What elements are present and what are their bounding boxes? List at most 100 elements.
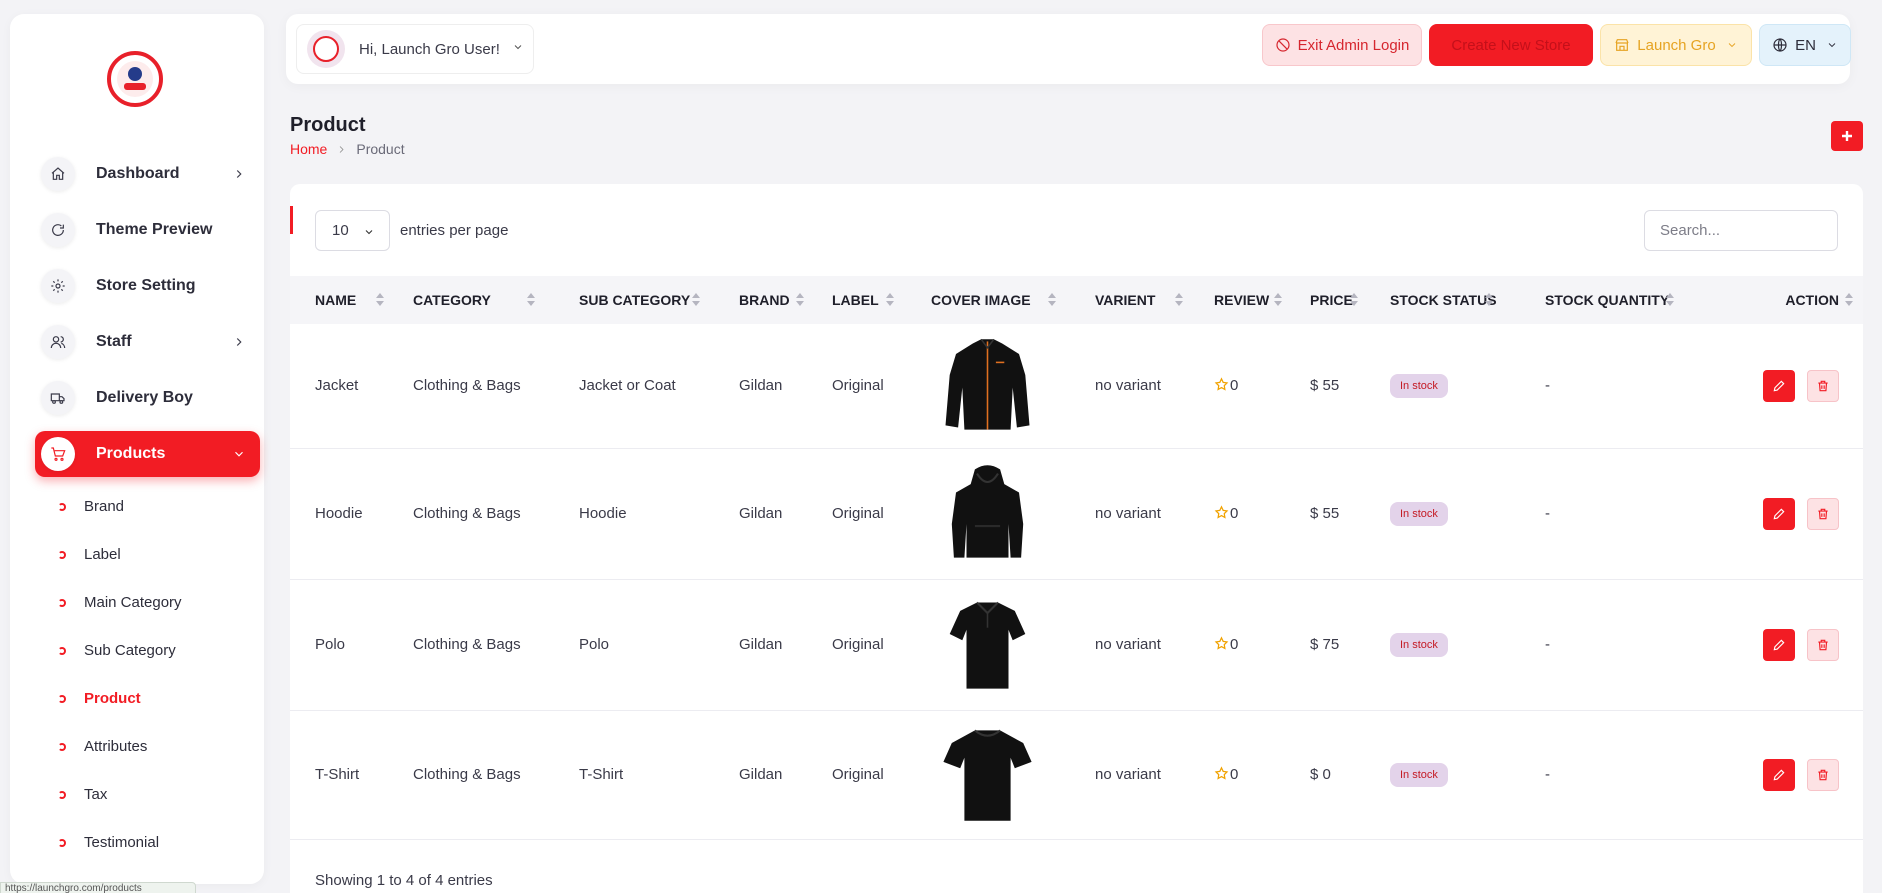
entries-per-page-select[interactable]: 10 xyxy=(315,210,390,251)
store-switcher[interactable]: Launch Gro xyxy=(1600,24,1752,66)
edit-button[interactable] xyxy=(1763,628,1795,661)
edit-button[interactable] xyxy=(1763,497,1795,530)
cell-name: Polo xyxy=(290,579,388,711)
sidebar-item-dashboard[interactable]: Dashboard xyxy=(35,151,260,197)
refresh-icon xyxy=(41,213,75,247)
sidebar-subitem-label-page[interactable]: Label xyxy=(58,546,121,563)
plus-icon xyxy=(1842,131,1852,141)
column-header-label[interactable]: LABEL xyxy=(807,276,906,324)
sidebar-subitem-label: Attributes xyxy=(84,738,148,755)
sidebar-subitem-sub-category[interactable]: Sub Category xyxy=(58,642,176,659)
sidebar-subitem-attributes[interactable]: Attributes xyxy=(58,738,147,755)
delete-button[interactable] xyxy=(1807,758,1839,791)
sidebar-subitem-testimonial[interactable]: Testimonial xyxy=(58,834,159,851)
column-header-action[interactable]: ACTION xyxy=(1730,276,1863,324)
column-header-variant[interactable]: VARIENT xyxy=(1070,276,1189,324)
column-header-stock-status[interactable]: STOCK STATUS xyxy=(1365,276,1520,324)
edit-button[interactable] xyxy=(1763,369,1795,402)
cell-category: Clothing & Bags xyxy=(388,324,554,449)
sidebar-subitem-label: Product xyxy=(84,690,141,707)
delete-button[interactable] xyxy=(1807,628,1839,661)
sidebar-subitem-tax[interactable]: Tax xyxy=(58,786,107,803)
sidebar-subitem-product[interactable]: Product xyxy=(58,690,141,707)
sidebar-item-staff[interactable]: Staff xyxy=(35,319,260,365)
cell-sub-category: Polo xyxy=(554,579,714,711)
column-header-review[interactable]: REVIEW xyxy=(1189,276,1285,324)
user-menu[interactable]: Hi, Launch Gro User! xyxy=(296,24,534,74)
sort-icon[interactable] xyxy=(1666,293,1674,307)
breadcrumb-home-link[interactable]: Home xyxy=(290,141,327,157)
language-switcher[interactable]: EN xyxy=(1759,24,1851,66)
chevron-down-icon xyxy=(1728,43,1736,48)
table-info: Showing 1 to 4 of 4 entries xyxy=(315,872,493,889)
store-icon xyxy=(1615,39,1629,51)
column-header-name[interactable]: NAME xyxy=(290,276,388,324)
create-new-store-button[interactable]: Create New Store xyxy=(1429,24,1593,66)
chevron-right-icon xyxy=(232,167,246,181)
sort-icon[interactable] xyxy=(1048,293,1056,307)
sidebar-subitem-label: Brand xyxy=(84,498,125,515)
cell-cover-image xyxy=(906,579,1070,711)
table-row: T-Shirt Clothing & Bags T-Shirt Gildan O… xyxy=(290,710,1863,840)
polo-image xyxy=(949,601,1026,689)
star-icon xyxy=(1214,505,1229,520)
language-label: EN xyxy=(1795,36,1816,54)
entries-per-page-value: 10 xyxy=(332,222,349,239)
cell-action xyxy=(1730,579,1863,711)
trash-icon xyxy=(1818,769,1828,780)
cell-stock-status: In stock xyxy=(1365,579,1520,711)
cell-name: T-Shirt xyxy=(290,710,388,840)
sort-icon[interactable] xyxy=(527,293,535,307)
sidebar-item-delivery-boy[interactable]: Delivery Boy xyxy=(35,375,260,421)
cell-cover-image xyxy=(906,448,1070,580)
entries-per-page-label: entries per page xyxy=(400,222,509,239)
exit-admin-login-button[interactable]: Exit Admin Login xyxy=(1262,24,1422,66)
home-icon xyxy=(41,157,75,191)
delete-button[interactable] xyxy=(1807,369,1839,402)
cell-sub-category: Jacket or Coat xyxy=(554,324,714,449)
cell-cover-image xyxy=(906,710,1070,840)
table-header-row: NAME CATEGORY SUB CATEGORY BRAND LABEL C… xyxy=(290,276,1863,324)
delete-button[interactable] xyxy=(1807,497,1839,530)
sidebar-item-label: Products xyxy=(96,445,166,462)
cell-action xyxy=(1730,324,1863,449)
add-product-button[interactable] xyxy=(1831,121,1863,151)
cell-category: Clothing & Bags xyxy=(388,579,554,711)
sort-icon[interactable] xyxy=(1845,293,1853,307)
launchgro-logo[interactable] xyxy=(107,51,163,107)
column-header-cover-image[interactable]: COVER IMAGE xyxy=(906,276,1070,324)
sort-icon[interactable] xyxy=(692,293,700,307)
cell-stock-status: In stock xyxy=(1365,324,1520,449)
column-header-brand[interactable]: BRAND xyxy=(714,276,807,324)
users-icon xyxy=(41,325,75,359)
sort-icon[interactable] xyxy=(1175,293,1183,307)
column-header-category[interactable]: CATEGORY xyxy=(388,276,554,324)
sidebar-subitem-main-category[interactable]: Main Category xyxy=(58,594,182,611)
sort-icon[interactable] xyxy=(1350,293,1358,307)
search-input[interactable] xyxy=(1644,210,1838,251)
chevron-down-icon xyxy=(365,230,373,235)
ban-icon xyxy=(1276,38,1290,52)
pencil-icon xyxy=(1773,769,1785,780)
cell-brand: Gildan xyxy=(714,710,807,840)
edit-button[interactable] xyxy=(1763,758,1795,791)
sort-icon[interactable] xyxy=(796,293,804,307)
column-header-price[interactable]: PRICE xyxy=(1285,276,1365,324)
sidebar-item-theme-preview[interactable]: Theme Preview xyxy=(35,207,260,253)
sort-icon[interactable] xyxy=(376,293,384,307)
sort-icon[interactable] xyxy=(886,293,894,307)
column-header-stock-quantity[interactable]: STOCK QUANTITY xyxy=(1520,276,1730,324)
cell-label: Original xyxy=(807,448,906,580)
sidebar-subitem-brand[interactable]: Brand xyxy=(58,498,124,515)
column-header-sub-category[interactable]: SUB CATEGORY xyxy=(554,276,714,324)
sidebar-item-store-setting[interactable]: Store Setting xyxy=(35,263,260,309)
cell-variant: no variant xyxy=(1070,710,1189,840)
sort-icon[interactable] xyxy=(1485,293,1493,307)
globe-icon xyxy=(1773,38,1787,52)
star-icon xyxy=(1214,377,1229,392)
trash-icon xyxy=(1818,639,1828,650)
create-new-store-label: Create New Store xyxy=(1451,36,1571,54)
chevron-down-icon xyxy=(512,40,524,58)
sort-icon[interactable] xyxy=(1274,293,1282,307)
sidebar-item-products[interactable]: Products xyxy=(35,431,260,477)
